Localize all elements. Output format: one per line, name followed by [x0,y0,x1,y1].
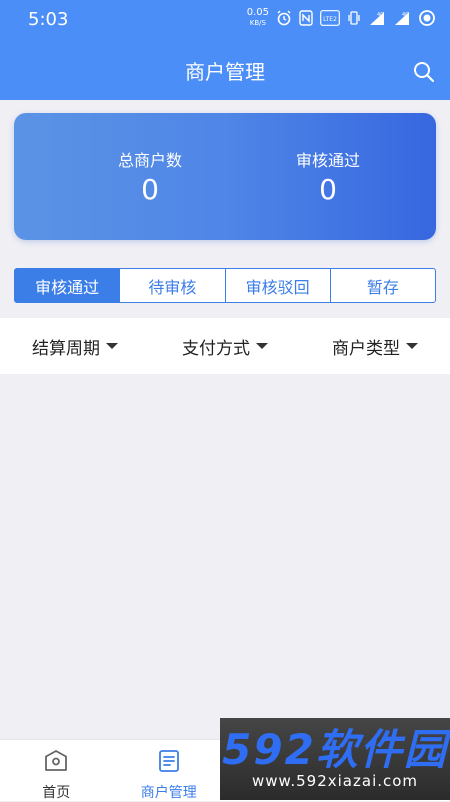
vibrate-icon [347,10,361,26]
filter-payment-method[interactable]: 支付方式 [150,318,300,374]
caret-down-icon [406,343,418,349]
signal-icon-1: 4G [368,10,386,26]
approved-label: 审核通过 [228,147,428,171]
total-merchants-stat: 总商户数 0 [50,147,250,206]
signal-icon-2: 4G [393,10,411,26]
nfc-icon [299,10,313,26]
summary-card: 总商户数 0 审核通过 0 [14,113,436,240]
app-header: 5:03 0.05 KB/S LTE2 4G 4G [0,0,450,100]
merchant-list-icon [156,748,182,778]
tab-approved[interactable]: 审核通过 [15,269,119,302]
filter-settlement-period[interactable]: 结算周期 [0,318,150,374]
filter-bar: 结算周期 支付方式 商户类型 [0,318,450,374]
svg-text:LTE2: LTE2 [323,16,337,23]
nav-home[interactable]: 首页 [0,740,113,801]
nav-merchant-label: 商户管理 [141,782,197,802]
tab-rejected[interactable]: 审核驳回 [225,269,330,302]
home-icon [43,748,69,778]
filter-merchant-type[interactable]: 商户类型 [300,318,450,374]
status-icons: 0.05 KB/S LTE2 4G 4G [247,8,436,28]
caret-down-icon [256,343,268,349]
volte-icon: LTE2 [320,10,340,26]
watermark-brand: 592软件园 [222,728,448,772]
filter-label: 结算周期 [32,334,100,359]
watermark-overlay: 592软件园 www.592xiazai.com [220,718,450,800]
nav-home-label: 首页 [42,782,70,802]
total-merchants-label: 总商户数 [50,147,250,171]
filter-label: 商户类型 [332,334,400,359]
svg-text:4G: 4G [377,12,384,18]
nav-merchant-management[interactable]: 商户管理 [113,740,226,801]
search-icon[interactable] [412,60,436,84]
total-merchants-value: 0 [50,173,250,206]
battery-icon [418,9,436,27]
approved-stat: 审核通过 0 [228,147,428,206]
tab-draft[interactable]: 暂存 [330,269,435,302]
filter-label: 支付方式 [182,334,250,359]
svg-text:4G: 4G [402,12,409,18]
status-tabs: 审核通过 待审核 审核驳回 暂存 [14,268,436,303]
status-bar: 5:03 0.05 KB/S LTE2 4G 4G [0,0,450,42]
caret-down-icon [106,343,118,349]
approved-value: 0 [228,173,428,206]
page-title: 商户管理 [0,56,450,85]
watermark-url: www.592xiazai.com [252,772,418,790]
status-time: 5:03 [28,9,68,30]
tab-pending[interactable]: 待审核 [119,269,224,302]
network-speed: 0.05 KB/S [247,8,269,28]
alarm-icon [276,10,292,26]
